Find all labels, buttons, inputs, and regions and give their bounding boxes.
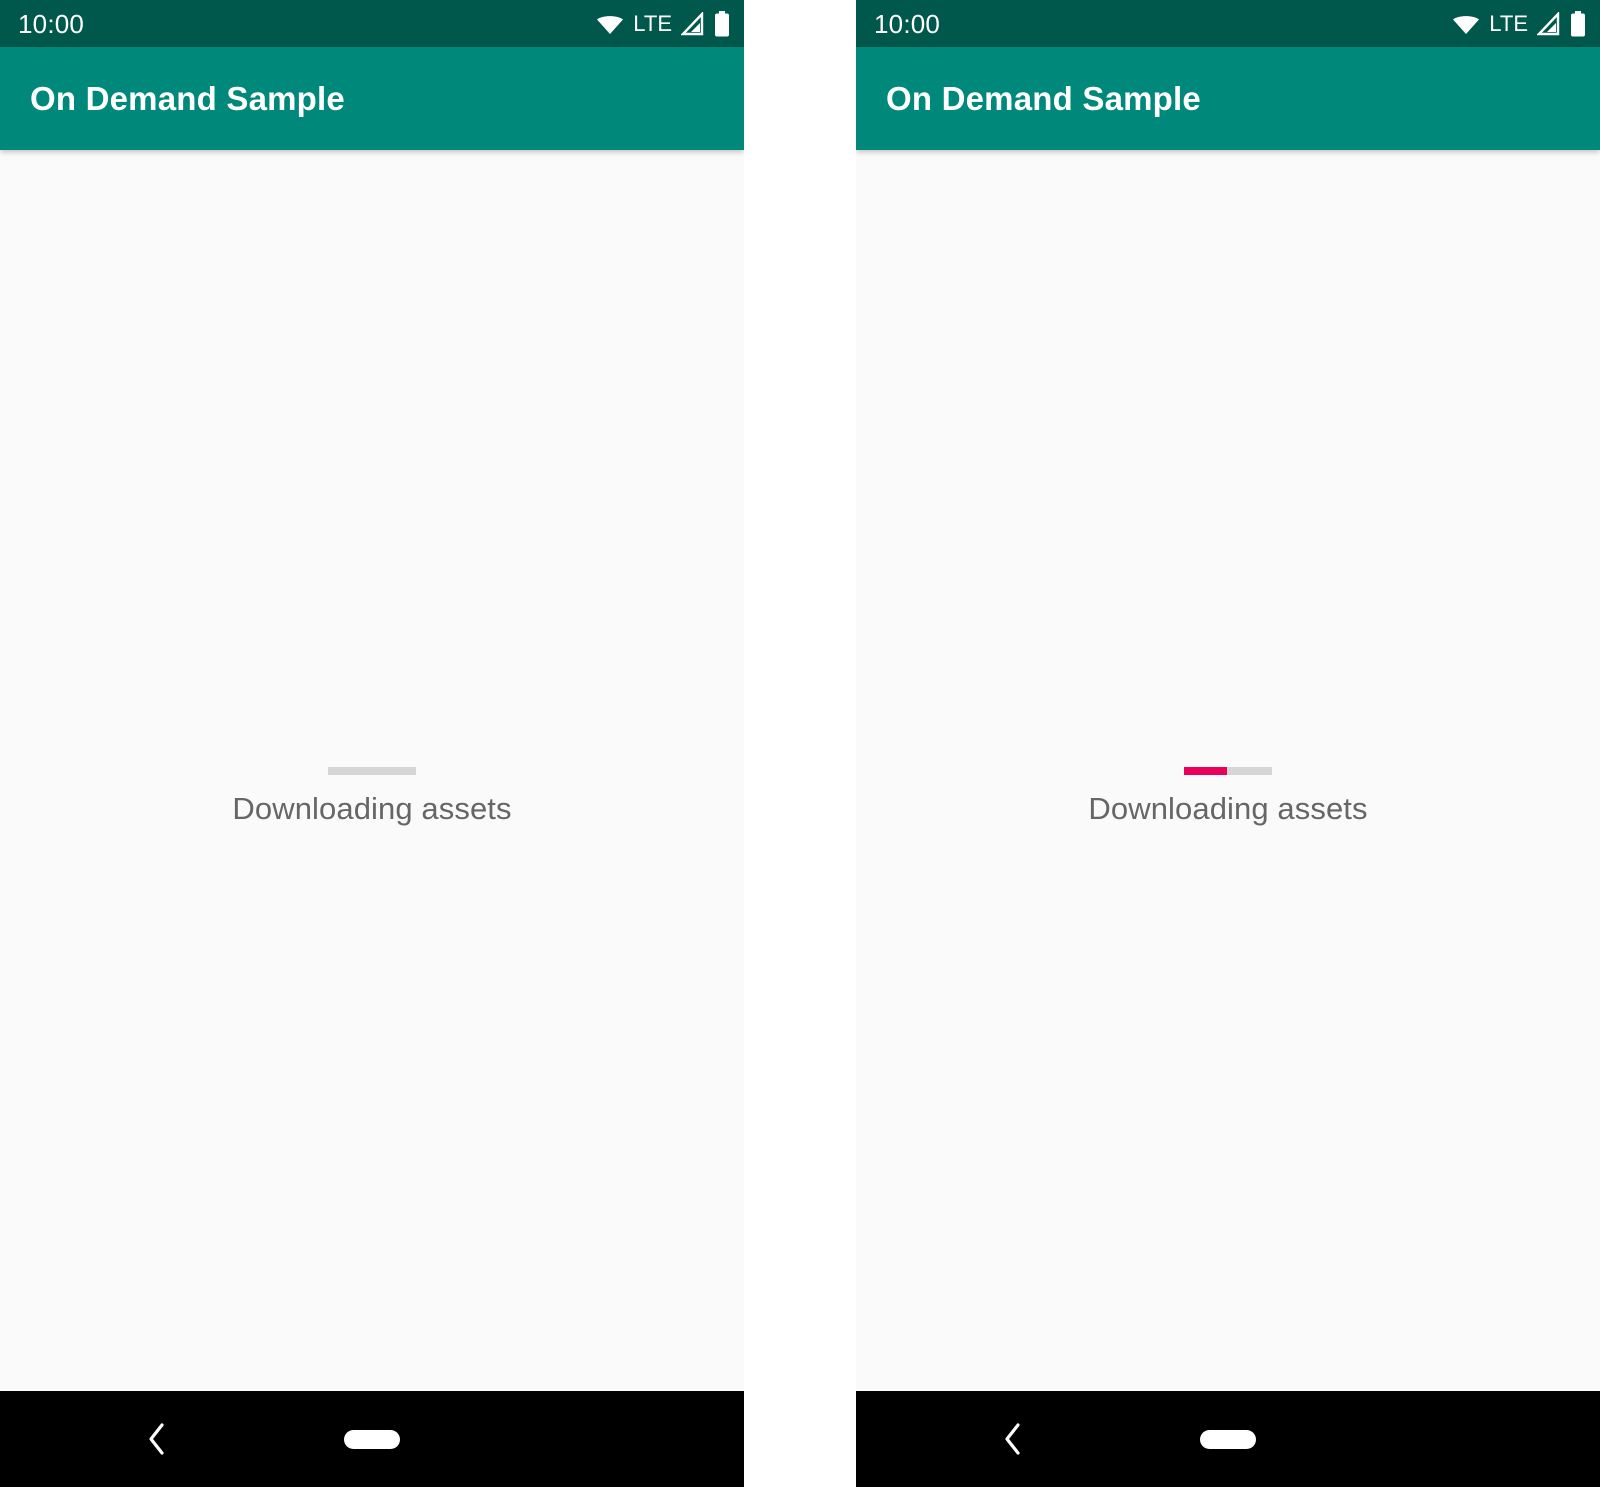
app-bar-title: On Demand Sample	[886, 80, 1201, 117]
home-pill-icon[interactable]	[344, 1429, 400, 1449]
app-bar-title: On Demand Sample	[30, 80, 345, 117]
wifi-icon	[596, 13, 624, 35]
signal-icon	[681, 11, 705, 36]
battery-icon	[714, 10, 730, 37]
download-progress-bar	[328, 767, 416, 775]
system-navigation-bar	[0, 1391, 744, 1487]
status-bar: 10:00 LTE	[856, 0, 1600, 47]
status-bar-clock: 10:00	[18, 8, 85, 39]
download-status-group: Downloading assets	[0, 767, 744, 827]
screen-content: Downloading assets	[856, 150, 1600, 1391]
lte-icon: LTE	[1489, 10, 1528, 36]
battery-icon	[1570, 10, 1586, 37]
download-status-label: Downloading assets	[232, 791, 512, 826]
download-status-group: Downloading assets	[856, 767, 1600, 827]
download-status-label: Downloading assets	[1088, 791, 1368, 826]
phone-screen-left: 10:00 LTE On Demand Sample Downloading a…	[0, 0, 744, 1487]
back-icon[interactable]	[996, 1422, 1030, 1456]
phone-screen-right: 10:00 LTE On Demand Sample Downloading a…	[856, 0, 1600, 1487]
wifi-icon	[1452, 13, 1480, 35]
app-bar: On Demand Sample	[0, 47, 744, 150]
screen-content: Downloading assets	[0, 150, 744, 1391]
status-bar-clock: 10:00	[874, 8, 941, 39]
lte-icon: LTE	[633, 10, 672, 36]
download-progress-fill	[1184, 767, 1228, 775]
app-bar: On Demand Sample	[856, 47, 1600, 150]
download-progress-bar	[1184, 767, 1272, 775]
status-bar-icons: LTE	[1452, 10, 1586, 37]
screenshot-stage: 10:00 LTE On Demand Sample Downloading a…	[0, 0, 1600, 1487]
system-navigation-bar	[856, 1391, 1600, 1487]
signal-icon	[1537, 11, 1561, 36]
status-bar-icons: LTE	[596, 10, 730, 37]
panel-gutter	[744, 0, 856, 1487]
status-bar: 10:00 LTE	[0, 0, 744, 47]
home-pill-icon[interactable]	[1200, 1429, 1256, 1449]
back-icon[interactable]	[140, 1422, 174, 1456]
